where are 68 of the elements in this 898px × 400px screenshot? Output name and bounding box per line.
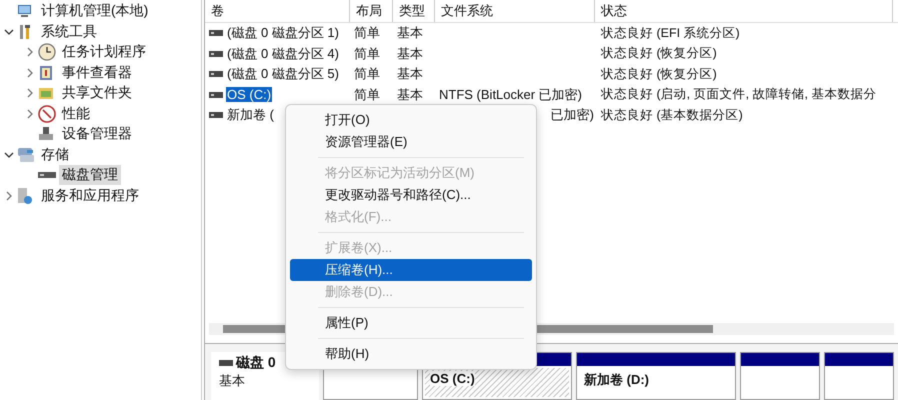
collapse-chevron-icon[interactable] bbox=[4, 26, 14, 37]
storage-icon bbox=[17, 146, 35, 163]
column-header[interactable]: 状态 bbox=[595, 0, 893, 22]
drive-icon bbox=[209, 112, 223, 118]
partition-label: OS (C:) bbox=[430, 371, 475, 386]
table-cell: 简单 bbox=[354, 44, 380, 63]
drive-icon bbox=[209, 30, 223, 36]
event-log-icon bbox=[38, 64, 54, 81]
table-cell: 状态良好 (EFI 系统分区) bbox=[601, 24, 740, 42]
menu-item[interactable]: 属性(P) bbox=[290, 312, 532, 334]
partition[interactable]: 新加卷 (D:) bbox=[576, 352, 736, 400]
volume-name[interactable]: (磁盘 0 磁盘分区 1) bbox=[226, 24, 340, 42]
tree-item[interactable]: 事件查看器 bbox=[59, 62, 135, 83]
table-cell: 简单 bbox=[354, 65, 380, 84]
drive-icon bbox=[209, 71, 223, 78]
table-cell: 已加密) bbox=[550, 106, 594, 124]
tree-item[interactable]: 磁盘管理 bbox=[59, 165, 121, 186]
tools-icon bbox=[17, 24, 33, 40]
collapse-chevron-icon[interactable] bbox=[4, 150, 14, 160]
computer-icon bbox=[17, 3, 33, 20]
menu-item[interactable]: 资源管理器(E) bbox=[290, 131, 532, 153]
services-icon bbox=[17, 186, 33, 205]
shared-folder-icon bbox=[38, 85, 54, 102]
column-header[interactable]: 文件系统 bbox=[435, 0, 595, 22]
column-header[interactable]: 类型 bbox=[393, 0, 435, 22]
drive-icon bbox=[209, 50, 223, 57]
table-cell: 状态良好 (启动, 页面文件, 故障转储, 基本数据分 bbox=[601, 86, 876, 104]
expand-chevron-icon[interactable] bbox=[24, 68, 34, 78]
tree-item[interactable]: 服务和应用程序 bbox=[38, 186, 142, 206]
menu-item[interactable]: 更改驱动器号和路径(C)... bbox=[290, 184, 532, 206]
tree-item[interactable]: 存储 bbox=[38, 144, 72, 165]
volume-name[interactable]: (磁盘 0 磁盘分区 5) bbox=[226, 65, 340, 84]
table-cell: 基本 bbox=[397, 44, 423, 63]
menu-item[interactable]: 打开(O) bbox=[290, 109, 532, 131]
table-cell: 简单 bbox=[354, 86, 380, 104]
volume-name[interactable]: 新加卷 ( bbox=[226, 106, 275, 124]
disk-name: 磁盘 0 bbox=[236, 354, 276, 372]
table-cell: 简单 bbox=[354, 24, 380, 42]
volume-name[interactable]: OS (C:) bbox=[226, 87, 272, 102]
device-icon bbox=[38, 126, 54, 142]
tree-item[interactable]: 系统工具 bbox=[38, 22, 100, 42]
tree-item[interactable]: 共享文件夹 bbox=[59, 83, 135, 104]
expand-chevron-icon[interactable] bbox=[24, 88, 34, 98]
volume-name[interactable]: (磁盘 0 磁盘分区 4) bbox=[226, 44, 340, 63]
expand-chevron-icon[interactable] bbox=[24, 47, 34, 58]
tree-item[interactable]: 性能 bbox=[59, 104, 93, 124]
disk-type: 基本 bbox=[219, 372, 246, 390]
table-cell: 状态良好 (恢复分区) bbox=[601, 66, 717, 83]
performance-icon bbox=[38, 104, 56, 123]
clock-icon bbox=[38, 43, 56, 62]
tree-item[interactable]: 设备管理器 bbox=[59, 124, 135, 144]
menu-item[interactable]: 压缩卷(H)... bbox=[290, 259, 532, 281]
table-cell: 基本 bbox=[397, 86, 423, 104]
table-cell: 状态良好 (恢复分区) bbox=[601, 45, 717, 62]
partition[interactable] bbox=[740, 352, 820, 400]
column-header[interactable]: 布局 bbox=[350, 0, 393, 22]
expand-chevron-icon[interactable] bbox=[4, 190, 14, 201]
partition[interactable] bbox=[824, 352, 894, 400]
expand-chevron-icon[interactable] bbox=[24, 108, 34, 119]
drive-icon bbox=[209, 92, 223, 98]
table-cell: 基本 bbox=[397, 24, 423, 42]
partition-label: 新加卷 (D:) bbox=[584, 372, 649, 387]
table-cell: 状态良好 (基本数据分区) bbox=[601, 106, 743, 124]
tree-item[interactable]: 计算机管理(本地) bbox=[38, 1, 152, 22]
table-cell: NTFS (BitLocker 已加密) bbox=[439, 86, 582, 104]
table-cell: 基本 bbox=[397, 65, 423, 84]
tree-item[interactable]: 任务计划程序 bbox=[59, 42, 149, 62]
column-header[interactable]: 卷 bbox=[205, 0, 350, 22]
